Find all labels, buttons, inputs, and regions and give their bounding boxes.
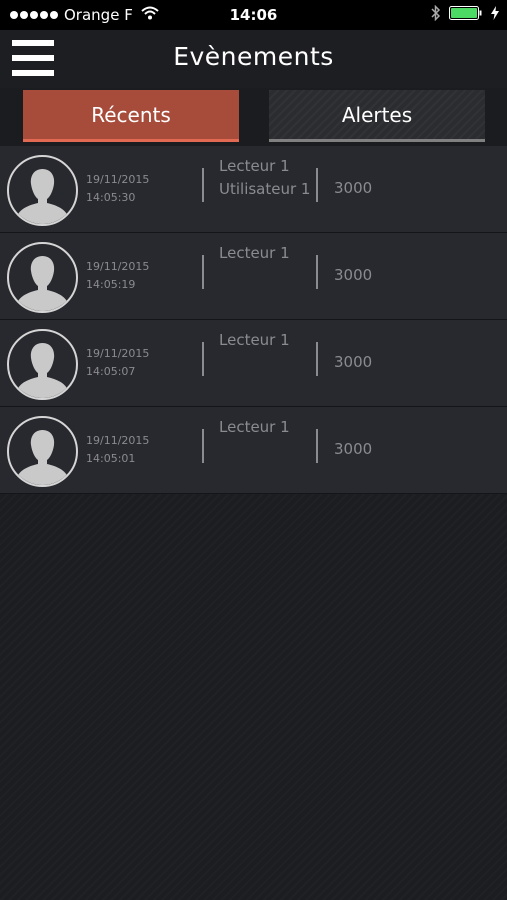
event-code: 3000 [334, 179, 373, 197]
user-silhouette-icon [7, 155, 78, 226]
event-time: 14:05:01 [86, 452, 136, 465]
divider [202, 168, 204, 202]
nav-bar: Evènements [0, 30, 507, 88]
divider [202, 429, 204, 463]
user-silhouette-icon [7, 416, 78, 487]
event-date: 19/11/2015 [86, 260, 150, 273]
tab-recents[interactable]: Récents [23, 90, 239, 142]
divider [202, 342, 204, 376]
event-user: Utilisateur 1 [219, 180, 311, 198]
event-row[interactable]: 19/11/2015 14:05:30 Lecteur 1 Utilisateu… [0, 146, 507, 233]
page-title: Evènements [173, 42, 334, 71]
event-reader: Lecteur 1 [219, 418, 290, 436]
event-reader: Lecteur 1 [219, 157, 290, 175]
divider [202, 255, 204, 289]
tab-alertes[interactable]: Alertes [269, 90, 485, 142]
user-silhouette-icon [7, 329, 78, 400]
bluetooth-icon [431, 4, 441, 25]
event-date: 19/11/2015 [86, 434, 150, 447]
event-row[interactable]: 19/11/2015 14:05:07 Lecteur 1 3000 [0, 320, 507, 407]
user-silhouette-icon [7, 242, 78, 313]
divider [316, 342, 318, 376]
event-code: 3000 [334, 353, 373, 371]
event-reader: Lecteur 1 [219, 244, 290, 262]
status-bar-right [431, 0, 499, 30]
event-date: 19/11/2015 [86, 347, 150, 360]
event-row[interactable]: 19/11/2015 14:05:19 Lecteur 1 3000 [0, 233, 507, 320]
divider [316, 255, 318, 289]
event-code: 3000 [334, 266, 373, 284]
status-bar: Orange F 14:06 [0, 0, 507, 30]
divider [316, 429, 318, 463]
divider [316, 168, 318, 202]
event-date: 19/11/2015 [86, 173, 150, 186]
event-time: 14:05:19 [86, 278, 136, 291]
battery-icon [449, 6, 483, 24]
event-row[interactable]: 19/11/2015 14:05:01 Lecteur 1 3000 [0, 407, 507, 494]
event-list: 19/11/2015 14:05:30 Lecteur 1 Utilisateu… [0, 146, 507, 494]
event-time: 14:05:30 [86, 191, 136, 204]
charging-icon [491, 6, 499, 24]
event-reader: Lecteur 1 [219, 331, 290, 349]
event-time: 14:05:07 [86, 365, 136, 378]
tabs-bar: Récents Alertes [0, 88, 507, 146]
event-code: 3000 [334, 440, 373, 458]
